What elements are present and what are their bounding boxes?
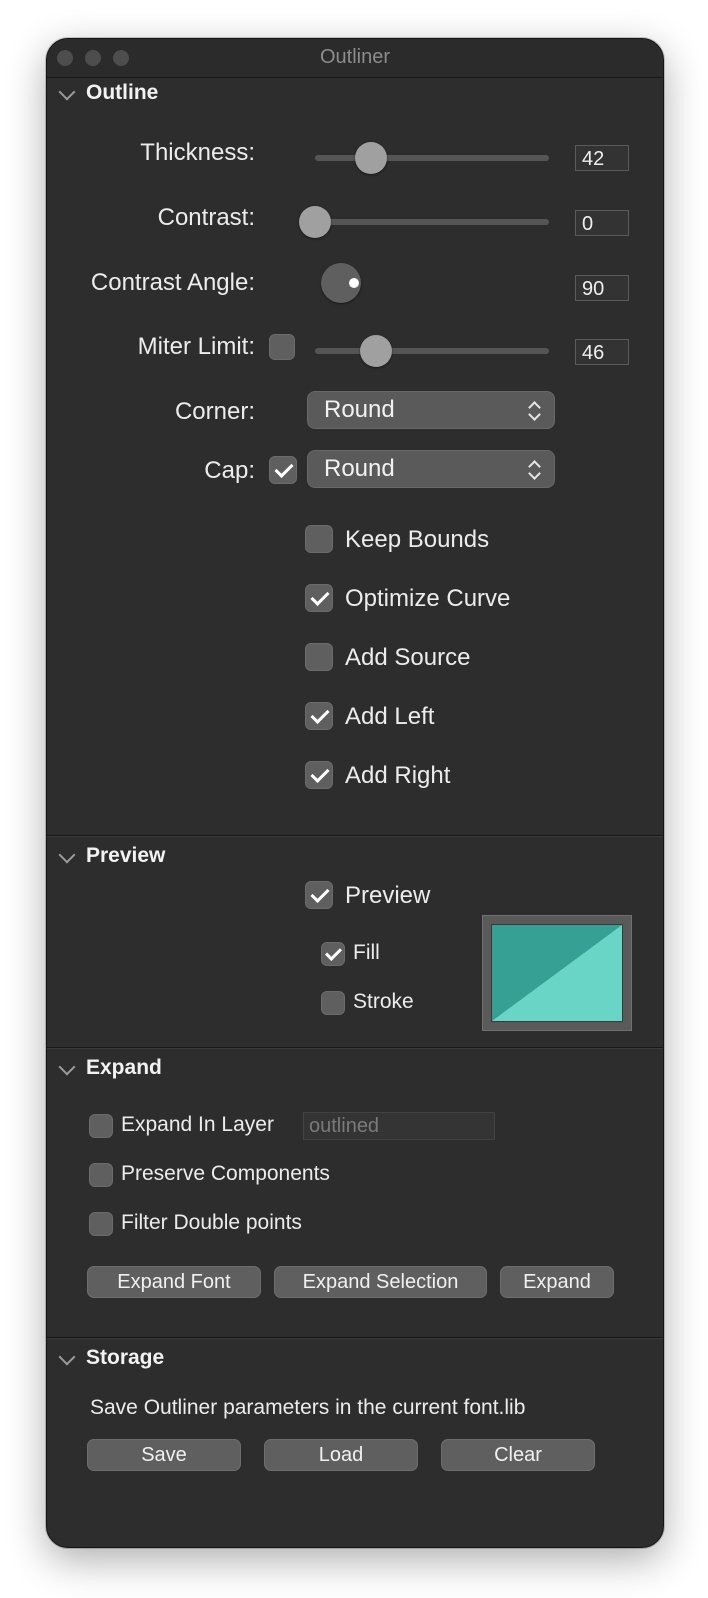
outliner-window: Outliner Outline Thickness: 42 Contrast:… bbox=[46, 38, 664, 1548]
outline-disclosure-chevron-down-icon[interactable] bbox=[58, 83, 76, 101]
corner-popup[interactable]: Round bbox=[307, 391, 555, 429]
add-left-checkbox[interactable] bbox=[305, 702, 333, 730]
thickness-slider-knob[interactable] bbox=[355, 142, 388, 174]
expand-selection-button[interactable]: Expand Selection bbox=[274, 1266, 487, 1298]
filter-double-points-checkbox[interactable] bbox=[89, 1212, 113, 1236]
stroke-checkbox[interactable] bbox=[321, 991, 345, 1015]
add-source-label: Add Source bbox=[345, 644, 471, 671]
contrast-angle-label: Contrast Angle: bbox=[90, 269, 255, 296]
expand-in-layer-label: Expand In Layer bbox=[121, 1113, 274, 1136]
contrast-label: Contrast: bbox=[157, 204, 255, 231]
add-right-checkbox[interactable] bbox=[305, 761, 333, 789]
optimize-curve-checkbox[interactable] bbox=[305, 584, 333, 612]
miter-limit-value-field[interactable]: 46 bbox=[575, 339, 629, 365]
contrast-angle-value-field[interactable]: 90 bbox=[575, 275, 629, 301]
section-divider bbox=[47, 1047, 663, 1049]
load-button[interactable]: Load bbox=[264, 1439, 418, 1471]
fill-checkbox[interactable] bbox=[321, 942, 345, 966]
cap-selected-value: Round bbox=[324, 455, 395, 482]
miter-limit-label: Miter Limit: bbox=[137, 333, 255, 360]
contrast-slider[interactable] bbox=[315, 219, 549, 225]
expand-font-button[interactable]: Expand Font bbox=[87, 1266, 261, 1298]
title-bar: Outliner bbox=[47, 39, 663, 78]
optimize-curve-label: Optimize Curve bbox=[345, 585, 511, 612]
corner-label: Corner: bbox=[174, 398, 255, 425]
preview-disclosure-chevron-down-icon[interactable] bbox=[58, 846, 76, 864]
window-title: Outliner bbox=[319, 46, 391, 68]
expand-section-header[interactable]: Expand bbox=[86, 1056, 162, 1080]
corner-selected-value: Round bbox=[324, 396, 395, 423]
cap-popup[interactable]: Round bbox=[307, 450, 555, 488]
preview-color-well[interactable] bbox=[482, 915, 632, 1031]
preview-checkbox[interactable] bbox=[305, 881, 333, 909]
storage-description: Save Outliner parameters in the current … bbox=[90, 1396, 526, 1419]
miter-limit-checkbox[interactable] bbox=[269, 334, 295, 360]
up-down-arrows-icon bbox=[528, 456, 542, 482]
up-down-arrows-icon bbox=[528, 397, 542, 423]
thickness-value-field[interactable]: 42 bbox=[575, 145, 629, 171]
add-source-checkbox[interactable] bbox=[305, 643, 333, 671]
clear-button[interactable]: Clear bbox=[441, 1439, 595, 1471]
add-right-label: Add Right bbox=[345, 762, 451, 789]
thickness-label: Thickness: bbox=[140, 139, 255, 166]
fill-label: Fill bbox=[353, 941, 380, 964]
section-divider bbox=[47, 1337, 663, 1339]
preview-label: Preview bbox=[345, 882, 431, 909]
expand-layer-name-input[interactable]: outlined bbox=[303, 1112, 495, 1140]
save-button[interactable]: Save bbox=[87, 1439, 241, 1471]
preserve-components-label: Preserve Components bbox=[121, 1162, 330, 1185]
expand-button[interactable]: Expand bbox=[500, 1266, 614, 1298]
preserve-components-checkbox[interactable] bbox=[89, 1163, 113, 1187]
contrast-value-field[interactable]: 0 bbox=[575, 210, 629, 236]
contrast-slider-knob[interactable] bbox=[299, 206, 331, 238]
keep-bounds-label: Keep Bounds bbox=[345, 526, 490, 553]
add-left-label: Add Left bbox=[345, 703, 435, 730]
preview-section-header[interactable]: Preview bbox=[86, 844, 165, 868]
thickness-slider[interactable] bbox=[315, 155, 549, 161]
keep-bounds-checkbox[interactable] bbox=[305, 525, 333, 553]
cap-checkbox[interactable] bbox=[269, 456, 297, 484]
preview-color-swatch bbox=[491, 924, 623, 1022]
contrast-angle-indicator bbox=[349, 278, 359, 288]
filter-double-points-label: Filter Double points bbox=[121, 1211, 302, 1234]
storage-disclosure-chevron-down-icon[interactable] bbox=[58, 1348, 76, 1366]
miter-limit-slider-knob[interactable] bbox=[359, 335, 392, 367]
storage-section-header[interactable]: Storage bbox=[86, 1346, 164, 1370]
expand-disclosure-chevron-down-icon[interactable] bbox=[58, 1058, 76, 1076]
outline-section-header[interactable]: Outline bbox=[86, 81, 158, 105]
cap-label: Cap: bbox=[204, 457, 255, 484]
stroke-label: Stroke bbox=[353, 990, 414, 1013]
miter-limit-slider[interactable] bbox=[315, 348, 549, 354]
section-divider bbox=[47, 835, 663, 837]
contrast-angle-dial[interactable] bbox=[321, 263, 361, 303]
expand-in-layer-checkbox[interactable] bbox=[89, 1114, 113, 1138]
